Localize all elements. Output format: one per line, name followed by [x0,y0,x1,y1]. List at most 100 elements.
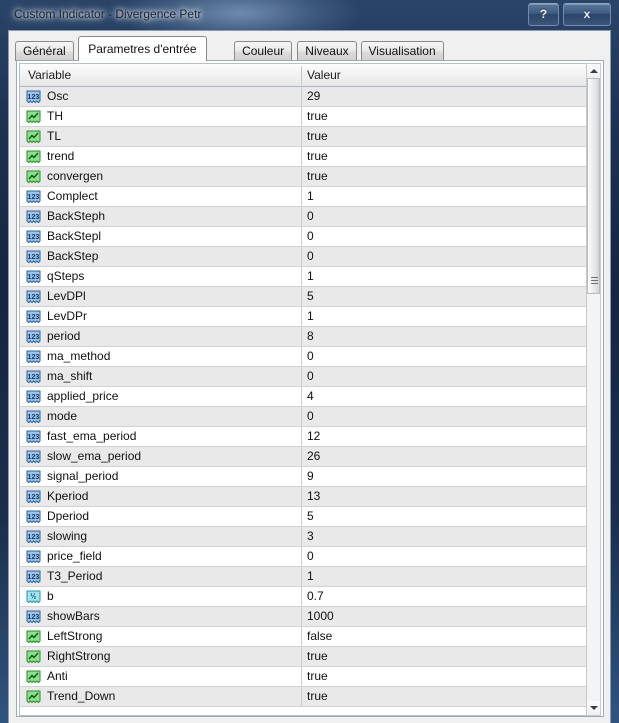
table-row[interactable]: RightStrongtrue [20,647,586,667]
value-cell[interactable]: true [302,647,586,666]
value-cell[interactable]: 1 [302,267,586,286]
value-cell[interactable]: 29 [302,87,586,106]
value-cell[interactable]: 0 [302,547,586,566]
variable-cell[interactable]: Trend_Down [20,687,301,706]
table-row[interactable]: 123Complect1 [20,187,586,207]
variable-cell[interactable]: TL [20,127,301,146]
value-cell[interactable]: 1000 [302,607,586,626]
variable-cell[interactable]: 123signal_period [20,467,301,486]
variable-cell[interactable]: 123slow_ema_period [20,447,301,466]
table-row[interactable]: 123Dperiod5 [20,507,586,527]
variable-cell[interactable]: 123Dperiod [20,507,301,526]
value-cell[interactable]: 0 [302,207,586,226]
table-row[interactable]: 123showBars1000 [20,607,586,627]
table-row[interactable]: 123slowing3 [20,527,586,547]
variable-cell[interactable]: 123T3_Period [20,567,301,586]
table-row[interactable]: 123Kperiod13 [20,487,586,507]
value-cell[interactable]: true [302,167,586,186]
variable-cell[interactable]: LeftStrong [20,627,301,646]
variable-cell[interactable]: 123slowing [20,527,301,546]
value-cell[interactable]: true [302,667,586,686]
value-cell[interactable]: 3 [302,527,586,546]
table-row[interactable]: ½b0.7 [20,587,586,607]
variable-cell[interactable]: 123BackStepl [20,227,301,246]
table-row[interactable]: 123BackSteph0 [20,207,586,227]
variable-cell[interactable]: Anti [20,667,301,686]
table-row[interactable]: 123slow_ema_period26 [20,447,586,467]
table-row[interactable]: 123ma_shift0 [20,367,586,387]
scroll-down-arrow-icon[interactable] [587,701,600,715]
tab-parametres-d-entr-e[interactable]: Parametres d'entrée [78,36,206,61]
table-row[interactable]: 123LevDPl5 [20,287,586,307]
table-row[interactable]: convergentrue [20,167,586,187]
variable-cell[interactable]: 123qSteps [20,267,301,286]
value-cell[interactable]: 0 [302,247,586,266]
value-cell[interactable]: 5 [302,507,586,526]
variable-cell[interactable]: 123LevDPl [20,287,301,306]
value-cell[interactable]: 12 [302,427,586,446]
scroll-up-arrow-icon[interactable] [587,64,600,78]
value-cell[interactable]: 1 [302,567,586,586]
value-cell[interactable]: 5 [302,287,586,306]
tab-g-n-ral[interactable]: Général [15,41,74,61]
column-header-variable[interactable]: Variable [28,64,71,86]
column-header-divider[interactable] [301,66,302,85]
variable-cell[interactable]: ½b [20,587,301,606]
variable-cell[interactable]: 123Osc [20,87,301,106]
value-cell[interactable]: 0 [302,407,586,426]
variable-cell[interactable]: 123Complect [20,187,301,206]
variable-cell[interactable]: TH [20,107,301,126]
variable-cell[interactable]: 123showBars [20,607,301,626]
table-row[interactable]: 123Osc29 [20,87,586,107]
title-bar[interactable]: Custom Indicator - Divergence Petr ? x [0,0,619,30]
variable-cell[interactable]: 123period [20,327,301,346]
variable-cell[interactable]: RightStrong [20,647,301,666]
table-row[interactable]: Trend_Downtrue [20,687,586,707]
tab-couleur[interactable]: Couleur [234,41,292,61]
tab-niveaux[interactable]: Niveaux [297,41,356,61]
value-cell[interactable]: 0 [302,227,586,246]
variable-cell[interactable]: 123BackStep [20,247,301,266]
variable-cell[interactable]: 123BackSteph [20,207,301,226]
close-button[interactable]: x [563,3,611,26]
table-row[interactable]: 123applied_price4 [20,387,586,407]
vertical-scrollbar[interactable] [586,63,601,716]
value-cell[interactable]: true [302,127,586,146]
help-button[interactable]: ? [528,3,559,26]
table-row[interactable]: trendtrue [20,147,586,167]
value-cell[interactable]: 26 [302,447,586,466]
value-cell[interactable]: false [302,627,586,646]
table-row[interactable]: 123ma_method0 [20,347,586,367]
scrollbar-thumb[interactable] [587,78,600,294]
value-cell[interactable]: 9 [302,467,586,486]
variable-cell[interactable]: 123ma_shift [20,367,301,386]
value-cell[interactable]: true [302,687,586,706]
variable-cell[interactable]: trend [20,147,301,166]
value-cell[interactable]: 1 [302,307,586,326]
value-cell[interactable]: 13 [302,487,586,506]
table-row[interactable]: THtrue [20,107,586,127]
tab-visualisation[interactable]: Visualisation [361,41,444,61]
variable-cell[interactable]: 123mode [20,407,301,426]
table-row[interactable]: 123BackStep0 [20,247,586,267]
value-cell[interactable]: 1 [302,187,586,206]
value-cell[interactable]: 0 [302,347,586,366]
variable-cell[interactable]: 123Kperiod [20,487,301,506]
table-row[interactable]: 123T3_Period1 [20,567,586,587]
table-row[interactable]: 123price_field0 [20,547,586,567]
table-row[interactable]: 123fast_ema_period12 [20,427,586,447]
table-row[interactable]: Antitrue [20,667,586,687]
table-row[interactable]: 123mode0 [20,407,586,427]
value-cell[interactable]: 0.7 [302,587,586,606]
table-row[interactable]: 123LevDPr1 [20,307,586,327]
variable-cell[interactable]: 123ma_method [20,347,301,366]
value-cell[interactable]: true [302,147,586,166]
table-row[interactable]: 123period8 [20,327,586,347]
table-row[interactable]: LeftStrongfalse [20,627,586,647]
table-row[interactable]: 123signal_period9 [20,467,586,487]
variable-cell[interactable]: 123fast_ema_period [20,427,301,446]
value-cell[interactable]: true [302,107,586,126]
table-row[interactable]: 123qSteps1 [20,267,586,287]
variable-cell[interactable]: convergen [20,167,301,186]
value-cell[interactable]: 8 [302,327,586,346]
